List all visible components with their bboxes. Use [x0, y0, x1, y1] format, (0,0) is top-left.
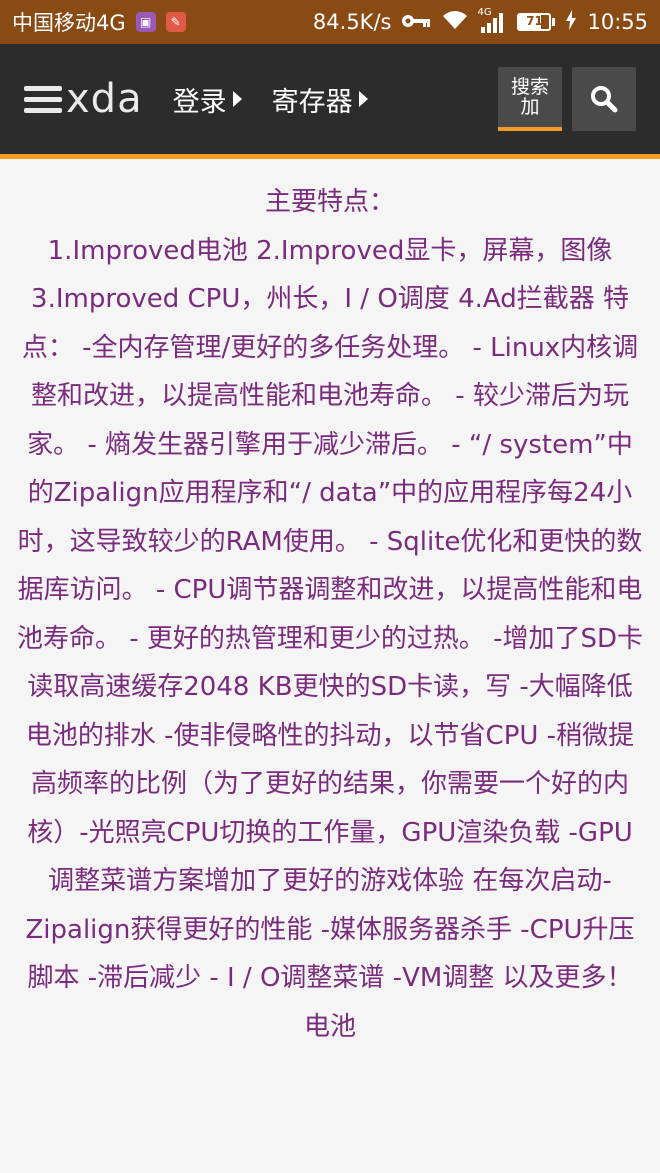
content-body: 1.Improved电池 2.Improved显卡，屏幕，图像 3.Improv… — [16, 235, 644, 1042]
content-title: 主要特点： — [264, 187, 395, 217]
site-header: xda 登录 寄存器 搜索 加 — [0, 44, 660, 154]
app-icon: ✎ — [165, 12, 186, 32]
login-link[interactable]: 登录 — [173, 80, 242, 119]
key-icon — [401, 10, 431, 34]
search-button[interactable] — [572, 67, 636, 131]
network-type: 4G — [477, 7, 492, 18]
header-accent-bar — [0, 154, 660, 159]
battery-icon: 71 — [517, 13, 556, 31]
chevron-right-icon — [232, 91, 242, 107]
register-link[interactable]: 寄存器 — [272, 80, 368, 119]
search-add-tab[interactable]: 搜索 加 — [498, 67, 562, 131]
logo-text: xda — [66, 76, 143, 122]
post-content: 主要特点： 1.Improved电池 2.Improved显卡，屏幕，图像 3.… — [16, 178, 644, 1051]
gallery-icon: ▣ — [135, 12, 156, 32]
register-label: 寄存器 — [271, 86, 353, 118]
status-bar: 中国移动4G ▣ ✎ 84.5K/s 4G 71 10:55 — [0, 0, 660, 44]
search-icon — [591, 86, 618, 113]
carrier-label: 中国移动4G — [12, 11, 126, 35]
chevron-right-icon — [358, 91, 368, 107]
charging-icon — [565, 9, 577, 35]
network-speed: 84.5K/s — [312, 10, 392, 34]
battery-level: 71 — [526, 14, 543, 28]
menu-lines-icon — [24, 85, 62, 113]
signal-icon: 4G — [477, 7, 507, 33]
clock: 10:55 — [587, 10, 648, 34]
xda-logo[interactable]: xda — [24, 76, 143, 122]
wifi-icon — [441, 9, 469, 36]
login-label: 登录 — [172, 86, 227, 118]
